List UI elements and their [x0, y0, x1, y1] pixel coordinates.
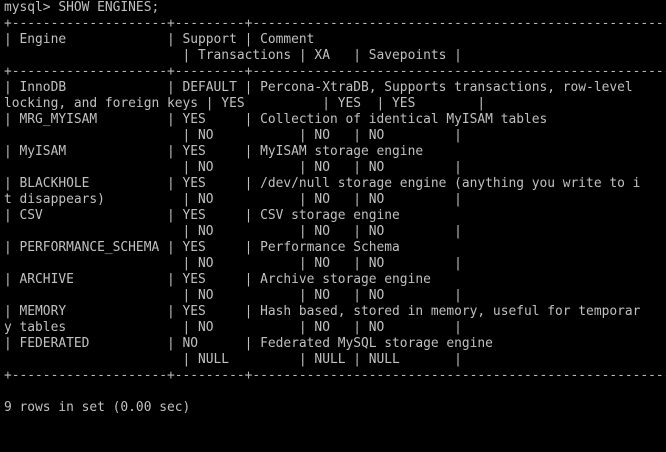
- table-row-innodb: | InnoDB | DEFAULT | Percona-XtraDB, Sup…: [4, 80, 633, 95]
- table-row-performance-schema-wrap: | NO | NO | NO |: [4, 256, 462, 271]
- table-row-mrg-myisam-wrap: | NO | NO | NO |: [4, 128, 462, 143]
- table-border-top: +--------------------+---------+--------…: [4, 16, 666, 31]
- terminal-window[interactable]: mysql> SHOW ENGINES; +------------------…: [4, 0, 666, 452]
- table-row-csv: | CSV | YES | CSV storage engine: [4, 208, 400, 223]
- table-row-mrg-myisam: | MRG_MYISAM | YES | Collection of ident…: [4, 112, 548, 127]
- table-row-memory-wrap: y tables | NO | NO | NO |: [4, 320, 462, 335]
- table-border-bottom: +--------------------+---------+--------…: [4, 368, 666, 383]
- table-row-csv-wrap: | NO | NO | NO |: [4, 224, 462, 239]
- table-row-archive: | ARCHIVE | YES | Archive storage engine: [4, 272, 431, 287]
- table-header-row-wrap: | Transactions | XA | Savepoints |: [4, 48, 462, 63]
- table-row-archive-wrap: | NO | NO | NO |: [4, 288, 462, 303]
- table-row-innodb-wrap: locking, and foreign keys | YES | YES | …: [4, 96, 486, 111]
- table-row-blackhole-wrap: t disappears) | NO | NO | NO |: [4, 192, 462, 207]
- table-row-memory: | MEMORY | YES | Hash based, stored in m…: [4, 304, 641, 319]
- result-summary: 9 rows in set (0.00 sec): [4, 400, 191, 415]
- command-prompt-line: mysql> SHOW ENGINES;: [4, 0, 160, 15]
- table-row-blackhole: | BLACKHOLE | YES | /dev/null storage en…: [4, 176, 641, 191]
- table-row-performance-schema: | PERFORMANCE_SCHEMA | YES | Performance…: [4, 240, 400, 255]
- table-row-federated: | FEDERATED | NO | Federated MySQL stora…: [4, 336, 493, 351]
- table-header-row: | Engine | Support | Comment: [4, 32, 315, 47]
- table-row-myisam-wrap: | NO | NO | NO |: [4, 160, 462, 175]
- table-row-federated-wrap: | NULL | NULL | NULL |: [4, 352, 462, 367]
- table-row-myisam: | MyISAM | YES | MyISAM storage engine: [4, 144, 424, 159]
- table-border-header: +--------------------+---------+--------…: [4, 64, 666, 79]
